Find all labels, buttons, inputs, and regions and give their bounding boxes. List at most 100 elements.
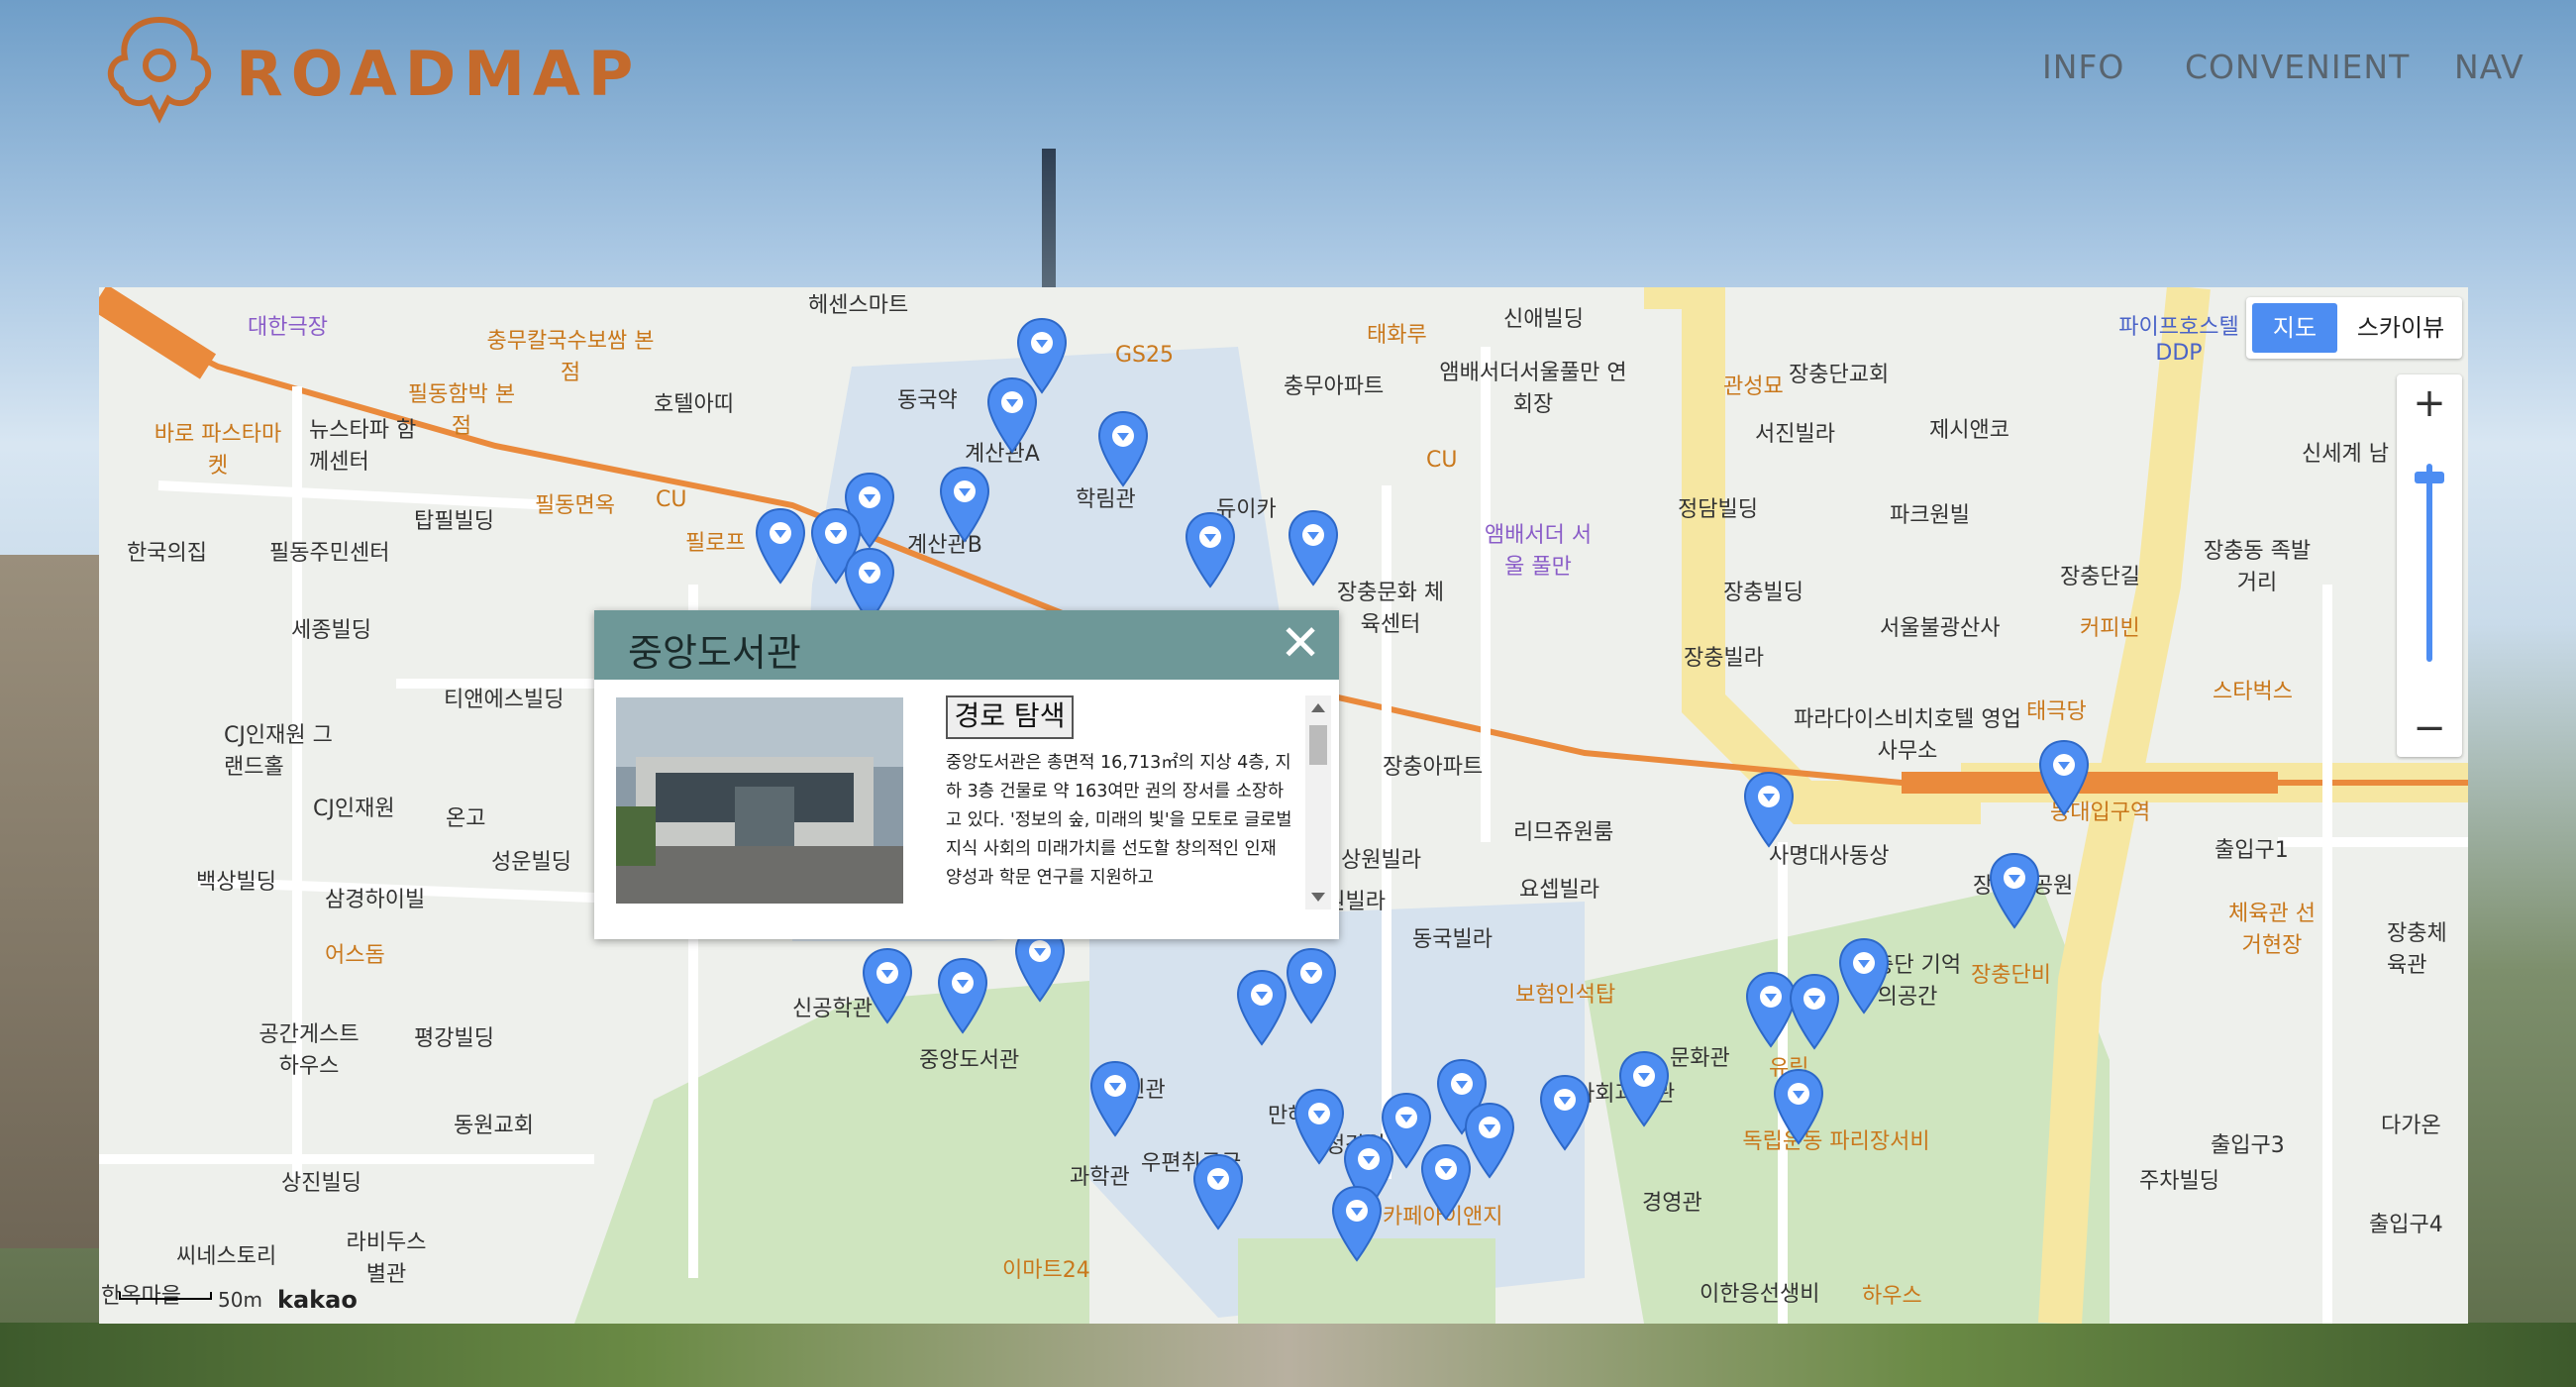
map-view[interactable]: 대한극장 바로 파스타마켓 필동함박 본점 충무칼국수보쌈 본점 호텔아띠 뉴스… [99, 287, 2468, 1324]
map-label: 서울불광산사 [1880, 616, 2001, 641]
location-marker-icon[interactable] [1789, 973, 1840, 1050]
map-label: 뉴스타파 함께센터 [309, 418, 417, 475]
map-label: 라비두스 별관 [346, 1230, 427, 1287]
location-marker-icon[interactable] [2038, 739, 2090, 816]
location-marker-icon[interactable] [1743, 771, 1795, 848]
scale-bar [119, 1292, 212, 1300]
location-marker-icon[interactable] [1539, 1074, 1591, 1151]
map-label: 출입구1 [2215, 838, 2289, 863]
location-marker-icon[interactable] [1838, 937, 1890, 1014]
map-label: 장충동 족발거리 [2203, 539, 2312, 595]
map-label: 바로 파스타마켓 [154, 422, 282, 479]
map-label: 성운빌딩 [491, 850, 571, 875]
zoom-control: + − [2397, 374, 2462, 757]
map-label: 어스돔 [325, 943, 385, 968]
location-marker-icon[interactable] [1192, 1153, 1244, 1230]
scroll-up-icon[interactable] [1311, 703, 1325, 712]
map-type-map-button[interactable]: 지도 [2252, 303, 2337, 353]
map-label: 장충빌라 [1684, 646, 1764, 671]
map-label: 관성묘 [1723, 374, 1784, 399]
location-marker-icon[interactable] [862, 947, 913, 1024]
location-marker-icon[interactable] [1293, 1088, 1345, 1165]
map-label: 출입구4 [2369, 1213, 2443, 1237]
roadmap-logo[interactable]: ROADMAP [95, 8, 633, 137]
location-marker-icon[interactable] [937, 957, 988, 1034]
map-label: 씨네스토리 [176, 1244, 277, 1269]
scroll-down-icon[interactable] [1311, 893, 1325, 902]
map-label: 온고 [446, 806, 486, 831]
map-label: 커피빈 [2080, 616, 2140, 641]
location-marker-icon[interactable] [1288, 509, 1339, 587]
map-label: 경영관 [1642, 1191, 1702, 1216]
map-label: 장충문화 체육센터 [1336, 581, 1445, 637]
map-label: 서진빌라 [1755, 422, 1835, 447]
location-marker-icon[interactable] [1089, 1060, 1141, 1137]
map-label: 동국빌라 [1412, 927, 1493, 952]
nav-nav[interactable]: NAV [2454, 48, 2524, 86]
location-marker-icon[interactable] [1236, 969, 1288, 1046]
map-label: 독립운동 파리장서비 [1742, 1129, 1930, 1154]
map-label: 요셉빌라 [1519, 878, 1599, 903]
location-marker-icon[interactable] [1097, 410, 1149, 487]
map-label: 파크원빌 [1890, 503, 1970, 528]
map-label: 동국약 [897, 388, 958, 413]
map-label: 앰배서더서울풀만 연회장 [1439, 361, 1627, 417]
map-label: 신공학관 [792, 997, 873, 1021]
map-label: 태화루 [1367, 323, 1427, 348]
map-label: 필동주민센터 [269, 541, 390, 566]
popup-scrollbar[interactable] [1305, 695, 1331, 909]
map-label: 문화관 [1670, 1046, 1730, 1071]
map-label: 이한응선생비 [1700, 1282, 1820, 1307]
map-label: 태극당 [2026, 699, 2087, 724]
map-label: CU [656, 487, 687, 512]
zoom-slider-track[interactable] [2426, 464, 2432, 662]
nav-convenient[interactable]: CONVENIENT [2185, 48, 2410, 86]
map-label: 제시앤코 [1929, 418, 2009, 443]
location-marker-icon[interactable] [939, 466, 990, 543]
close-icon[interactable]: ✕ [1280, 618, 1321, 668]
location-marker-icon[interactable] [1773, 1068, 1824, 1145]
map-label: 장충단길 [2060, 565, 2140, 589]
popup-title: 중앙도서관 [628, 631, 801, 675]
location-marker-icon[interactable] [1286, 947, 1337, 1024]
map-type-skyview-button[interactable]: 스카이뷰 [2345, 303, 2456, 353]
zoom-slider-handle[interactable] [2415, 472, 2444, 483]
location-marker-icon[interactable] [755, 507, 806, 585]
location-marker-icon[interactable] [1185, 511, 1236, 588]
map-label: 공간게스트 하우스 [258, 1022, 360, 1079]
nav-info[interactable]: INFO [2042, 48, 2124, 86]
map-label: 동원교회 [454, 1114, 534, 1138]
location-marker-icon[interactable] [1989, 852, 2040, 929]
popup-header: 중앙도서관 ✕ [594, 610, 1339, 680]
map-label: CJ인재원 [313, 797, 395, 821]
map-label: 보험인석탑 [1515, 983, 1616, 1008]
background-ground [0, 1323, 2576, 1387]
map-label: 과학관 [1070, 1165, 1130, 1190]
location-marker-icon[interactable] [1464, 1102, 1515, 1179]
map-label: 티앤에스빌딩 [444, 688, 565, 712]
scroll-thumb[interactable] [1309, 725, 1327, 765]
map-label: 평강빌딩 [414, 1026, 494, 1051]
route-search-button[interactable]: 경로 탐색 [946, 695, 1074, 739]
zoom-in-button[interactable]: + [2397, 374, 2462, 432]
map-label: 신애빌딩 [1503, 307, 1584, 332]
location-marker-icon[interactable] [1618, 1050, 1670, 1127]
map-label: 파라다이스비치호텔 영업사무소 [1794, 707, 2021, 764]
location-marker-icon[interactable] [1331, 1185, 1383, 1262]
map-label: 상진빌딩 [281, 1171, 361, 1196]
map-label: 필동면옥 [535, 493, 615, 518]
info-popup: 중앙도서관 ✕ 경로 탐색 중앙도서관은 총면적 16,713㎡의 지상 4층,… [594, 610, 1339, 939]
map-label: 삼경하이빌 [325, 888, 426, 912]
background-tower [1042, 149, 1056, 287]
map-label: 한국의집 [127, 541, 207, 566]
zoom-out-button[interactable]: − [2397, 699, 2462, 757]
map-label: 다가온 [2381, 1114, 2441, 1138]
map-label: 앰배서더 서울 풀만 [1484, 523, 1593, 580]
library-photo [616, 697, 903, 904]
logo-pin-icon [108, 16, 211, 124]
map-label: 장충단교회 [1789, 363, 1890, 387]
map-attribution[interactable]: kakao [277, 1286, 358, 1314]
map-label: 상원빌라 [1341, 848, 1421, 873]
location-marker-icon[interactable] [986, 376, 1038, 454]
map-label: 파이프호스텔 DDP [2118, 315, 2239, 366]
